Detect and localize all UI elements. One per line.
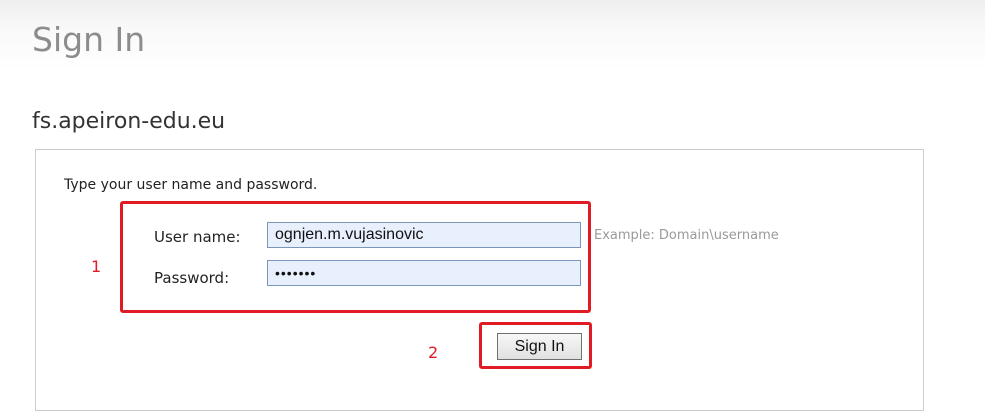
- username-example-hint: Example: Domain\username: [594, 228, 779, 243]
- server-name: fs.apeiron-edu.eu: [32, 109, 226, 134]
- annotation-box-credentials: [120, 201, 591, 313]
- annotation-box-submit: [479, 322, 592, 369]
- page-title: Sign In: [32, 20, 146, 59]
- header-band: [0, 0, 985, 70]
- instructions-text: Type your user name and password.: [64, 177, 318, 193]
- annotation-marker-2: 2: [428, 343, 439, 362]
- annotation-marker-1: 1: [91, 257, 102, 276]
